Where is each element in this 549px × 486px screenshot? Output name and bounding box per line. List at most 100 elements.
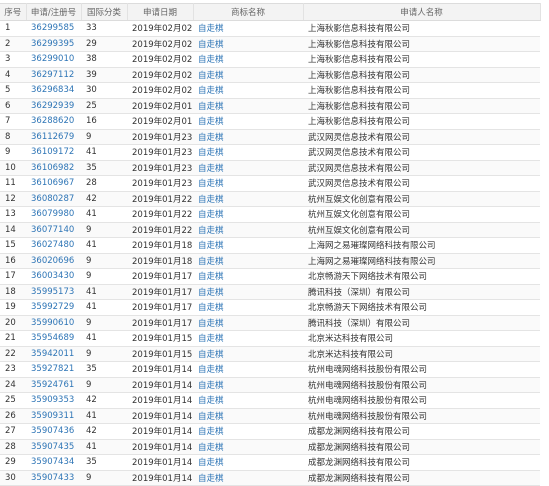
applicant-cell-cell: 杭州互娱文化创意有限公司 bbox=[303, 206, 540, 223]
table-row[interactable]: 23 35927821 352019年01月14日自走棋 杭州电魂网络科技股份有限公司 bbox=[0, 361, 540, 378]
reg-number-link[interactable]: 35992729 bbox=[31, 302, 74, 312]
trademark-name-link[interactable]: 自走棋 bbox=[198, 102, 224, 112]
reg-number-link[interactable]: 36106967 bbox=[31, 178, 74, 188]
column-header-reg-number[interactable]: 申请/注册号 bbox=[26, 3, 82, 21]
reg-number-link[interactable]: 35924761 bbox=[31, 380, 74, 390]
table-row[interactable]: 22 35942011 92019年01月15日自走棋 北京米达科技有限公司 bbox=[0, 346, 540, 362]
table-row[interactable]: 24 35924761 92019年01月14日自走棋 杭州电魂网络科技股份有限公司 bbox=[0, 377, 540, 393]
reg-number-link[interactable]: 36080287 bbox=[31, 194, 74, 204]
reg-number-link[interactable]: 36003430 bbox=[31, 271, 74, 281]
trademark-name-link[interactable]: 自走棋 bbox=[198, 210, 224, 220]
column-header-trademark[interactable]: 商标名称 bbox=[193, 3, 304, 21]
trademark-name-link[interactable]: 自走棋 bbox=[198, 288, 224, 298]
table-row[interactable]: 20 35990610 92019年01月17日自走棋 腾讯科技（深圳）有限公司 bbox=[0, 315, 540, 331]
column-header-class[interactable]: 国际分类 bbox=[81, 3, 128, 21]
trademark-name-link[interactable]: 自走棋 bbox=[198, 412, 224, 422]
reg-number-link[interactable]: 36299010 bbox=[31, 54, 74, 64]
reg-number-link[interactable]: 35907434 bbox=[31, 457, 74, 467]
reg-number-link[interactable]: 36027480 bbox=[31, 240, 74, 250]
table-row[interactable]: 8 36112679 92019年01月23日自走棋 武汉网灵信息技术有限公司 bbox=[0, 129, 540, 145]
trademark-name-link[interactable]: 自走棋 bbox=[198, 303, 224, 313]
class-cell-cell: 9 bbox=[81, 346, 127, 362]
date-cell-cell: 2019年01月18日 bbox=[127, 253, 193, 269]
reg-number-link[interactable]: 36077140 bbox=[31, 225, 74, 235]
reg-number-link[interactable]: 36296834 bbox=[31, 85, 74, 95]
applicant-cell-cell: 成都龙渊网络科技有限公司 bbox=[303, 439, 540, 455]
table-row[interactable]: 9 36109172 412019年01月23日自走棋 武汉网灵信息技术有限公司 bbox=[0, 144, 540, 161]
reg-number-link[interactable]: 35927821 bbox=[31, 364, 74, 374]
reg-number-link[interactable]: 35907435 bbox=[31, 442, 74, 452]
trademark-name-link[interactable]: 自走棋 bbox=[198, 164, 224, 174]
reg-number-link[interactable]: 36297112 bbox=[31, 70, 74, 80]
column-header-applicant[interactable]: 申请人名称 bbox=[303, 3, 541, 21]
trademark-name-link[interactable]: 自走棋 bbox=[198, 226, 224, 236]
reg-number-link[interactable]: 36288620 bbox=[31, 116, 74, 126]
table-row[interactable]: 5 36296834 302019年02月02日自走棋 上海秋影信息科技有限公司 bbox=[0, 82, 540, 99]
reg-number-link[interactable]: 36299395 bbox=[31, 39, 74, 49]
table-row[interactable]: 4 36297112 392019年02月02日自走棋 上海秋影信息科技有限公司 bbox=[0, 67, 540, 83]
trademark-name-link[interactable]: 自走棋 bbox=[198, 427, 224, 437]
table-row[interactable]: 17 36003430 92019年01月17日自走棋 北京畅游天下网络技术有限公司 bbox=[0, 268, 540, 285]
reg-number-link[interactable]: 35909353 bbox=[31, 395, 74, 405]
table-row[interactable]: 30 35907433 92019年01月14日自走棋 成都龙渊网络科技有限公司 bbox=[0, 470, 540, 486]
trademark-name-link[interactable]: 自走棋 bbox=[198, 381, 224, 391]
trademark-name-link[interactable]: 自走棋 bbox=[198, 474, 224, 484]
reg-number-link[interactable]: 36020696 bbox=[31, 256, 74, 266]
trademark-name-link[interactable]: 自走棋 bbox=[198, 179, 224, 189]
reg-number-link[interactable]: 36292939 bbox=[31, 101, 74, 111]
trademark-name-link[interactable]: 自走棋 bbox=[198, 319, 224, 329]
trademark-name-link[interactable]: 自走棋 bbox=[198, 24, 224, 34]
table-row[interactable]: 3 36299010 382019年02月02日自走棋 上海秋影信息科技有限公司 bbox=[0, 51, 540, 68]
trademark-name-link[interactable]: 自走棋 bbox=[198, 443, 224, 453]
table-row[interactable]: 15 36027480 412019年01月18日自走棋 上海网之易璀璨网络科技有限公… bbox=[0, 237, 540, 254]
trademark-name-link[interactable]: 自走棋 bbox=[198, 350, 224, 360]
reg-number-link[interactable]: 35907433 bbox=[31, 473, 74, 483]
table-row[interactable]: 7 36288620 162019年02月01日自走棋 上海秋影信息科技有限公司 bbox=[0, 113, 540, 130]
table-row[interactable]: 11 36106967 282019年01月23日自走棋 武汉网灵信息技术有限公司 bbox=[0, 175, 540, 192]
table-row[interactable]: 25 35909353 422019年01月14日自走棋 杭州电魂网络科技股份有限公司 bbox=[0, 392, 540, 409]
reg-number-link[interactable]: 35995173 bbox=[31, 287, 74, 297]
column-header-date[interactable]: 申请日期 bbox=[127, 3, 194, 21]
trademark-name-link[interactable]: 自走棋 bbox=[198, 334, 224, 344]
trademark-name-link[interactable]: 自走棋 bbox=[198, 117, 224, 127]
table-row[interactable]: 1 36299585 332019年02月02日自走棋 上海秋影信息科技有限公司 bbox=[0, 20, 540, 37]
reg-number-link[interactable]: 36079980 bbox=[31, 209, 74, 219]
table-row[interactable]: 27 35907436 422019年01月14日自走棋 成都龙渊网络科技有限公司 bbox=[0, 423, 540, 440]
table-row[interactable]: 28 35907435 412019年01月14日自走棋 成都龙渊网络科技有限公司 bbox=[0, 439, 540, 455]
table-row[interactable]: 29 35907434 352019年01月14日自走棋 成都龙渊网络科技有限公司 bbox=[0, 454, 540, 471]
column-header-index[interactable]: 序号 bbox=[0, 3, 27, 21]
table-row[interactable]: 18 35995173 412019年01月17日自走棋 腾讯科技（深圳）有限公司 bbox=[0, 284, 540, 300]
reg-number-link[interactable]: 35942011 bbox=[31, 349, 74, 359]
reg-number-link[interactable]: 36106982 bbox=[31, 163, 74, 173]
trademark-name-link[interactable]: 自走棋 bbox=[198, 40, 224, 50]
trademark-name-link[interactable]: 自走棋 bbox=[198, 241, 224, 251]
table-row[interactable]: 12 36080287 422019年01月22日自走棋 杭州互娱文化创意有限公司 bbox=[0, 191, 540, 207]
reg-number-link[interactable]: 35907436 bbox=[31, 426, 74, 436]
trademark-name-link[interactable]: 自走棋 bbox=[198, 133, 224, 143]
trademark-name-link[interactable]: 自走棋 bbox=[198, 71, 224, 81]
table-row[interactable]: 26 35909311 412019年01月14日自走棋 杭州电魂网络科技股份有限公司 bbox=[0, 408, 540, 424]
trademark-name-link[interactable]: 自走棋 bbox=[198, 86, 224, 96]
reg-number-link[interactable]: 36299585 bbox=[31, 23, 74, 33]
reg-number-link[interactable]: 35990610 bbox=[31, 318, 74, 328]
table-row[interactable]: 6 36292939 252019年02月01日自走棋 上海秋影信息科技有限公司 bbox=[0, 98, 540, 114]
trademark-name-link[interactable]: 自走棋 bbox=[198, 365, 224, 375]
table-row[interactable]: 2 36299395 292019年02月02日自走棋 上海秋影信息科技有限公司 bbox=[0, 36, 540, 52]
reg-number-link[interactable]: 36112679 bbox=[31, 132, 74, 142]
trademark-name-link[interactable]: 自走棋 bbox=[198, 257, 224, 267]
reg-number-link[interactable]: 36109172 bbox=[31, 147, 74, 157]
trademark-name-link[interactable]: 自走棋 bbox=[198, 458, 224, 468]
table-row[interactable]: 13 36079980 412019年01月22日自走棋 杭州互娱文化创意有限公司 bbox=[0, 206, 540, 223]
table-row[interactable]: 19 35992729 412019年01月17日自走棋 北京畅游天下网络技术有限公司 bbox=[0, 299, 540, 316]
table-row[interactable]: 10 36106982 352019年01月23日自走棋 武汉网灵信息技术有限公司 bbox=[0, 160, 540, 176]
trademark-name-link[interactable]: 自走棋 bbox=[198, 396, 224, 406]
table-row[interactable]: 14 36077140 92019年01月22日自走棋 杭州互娱文化创意有限公司 bbox=[0, 222, 540, 238]
trademark-name-link[interactable]: 自走棋 bbox=[198, 195, 224, 205]
reg-number-link[interactable]: 35909311 bbox=[31, 411, 74, 421]
trademark-name-link[interactable]: 自走棋 bbox=[198, 55, 224, 65]
table-row[interactable]: 16 36020696 92019年01月18日自走棋 上海网之易璀璨网络科技有限公司 bbox=[0, 253, 540, 269]
trademark-name-link[interactable]: 自走棋 bbox=[198, 148, 224, 158]
table-row[interactable]: 21 35954689 412019年01月15日自走棋 北京米达科技有限公司 bbox=[0, 330, 540, 347]
reg-number-link[interactable]: 35954689 bbox=[31, 333, 74, 343]
trademark-name-link[interactable]: 自走棋 bbox=[198, 272, 224, 282]
